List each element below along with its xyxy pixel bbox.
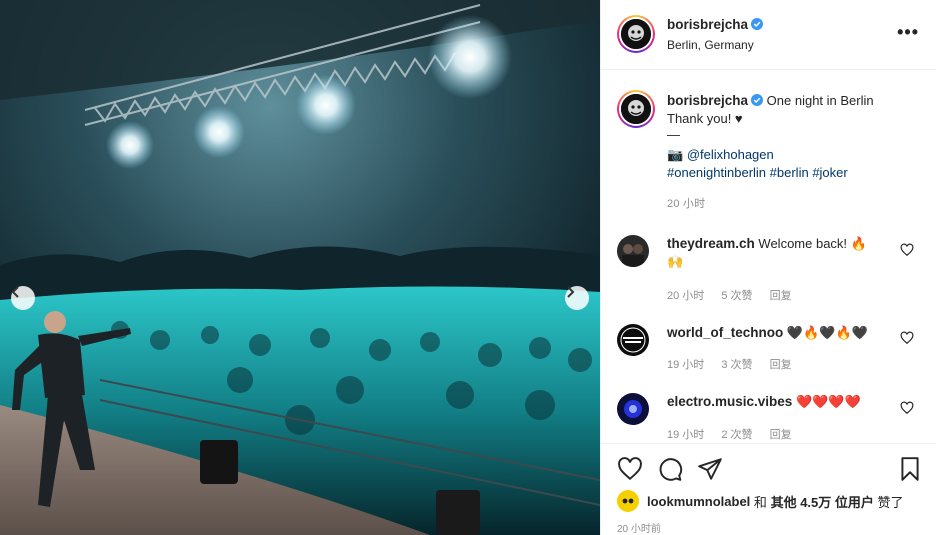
comment-icon[interactable] <box>657 456 683 482</box>
caption-avatar-image <box>621 94 651 124</box>
commenter-avatar[interactable] <box>617 393 649 425</box>
chevron-left-icon <box>11 286 19 298</box>
commenter-avatar-image <box>617 393 649 425</box>
more-icon[interactable]: ••• <box>897 22 919 43</box>
comment-time[interactable]: 20 小时 <box>667 290 704 302</box>
comment-time[interactable]: 19 小时 <box>667 359 704 371</box>
comment-text: 🖤🔥🖤🔥🖤 <box>786 325 868 340</box>
caption-line-3: — <box>667 127 680 142</box>
share-icon[interactable] <box>697 456 723 482</box>
author-username[interactable]: borisbrejcha <box>667 17 748 32</box>
caption-text: One night in Berlin <box>766 93 874 108</box>
hashtag-link[interactable]: #onenightinberlin <box>667 165 766 180</box>
comment-meta: 19 小时 2 次赞 回复 <box>667 426 806 442</box>
post-sidebar: borisbrejcha Berlin, Germany ••• borisbr… <box>600 0 936 535</box>
heart-icon[interactable] <box>617 456 643 482</box>
likes-action: 赞了 <box>877 494 904 510</box>
author-avatar-image <box>621 19 651 49</box>
next-photo-button[interactable] <box>565 286 589 310</box>
comment-like-count[interactable]: 2 次赞 <box>721 429 752 441</box>
comment-time[interactable]: 19 小时 <box>667 429 704 441</box>
commenter-avatar[interactable] <box>617 324 649 356</box>
comment-like-heart-icon[interactable] <box>900 243 914 257</box>
post-location[interactable]: Berlin, Germany <box>667 38 754 52</box>
likes-others-prefix[interactable]: 其他 <box>771 492 797 511</box>
comment-item: world_of_technoo 🖤🔥🖤🔥🖤 <box>667 324 897 342</box>
concert-photo <box>0 0 600 535</box>
comment-text: Welcome back! 🔥 <box>758 236 867 251</box>
comment-username[interactable]: electro.music.vibes <box>667 394 792 409</box>
comment-item: electro.music.vibes ❤️❤️❤️❤️ <box>667 393 897 411</box>
comment-username[interactable]: theydream.ch <box>667 236 755 251</box>
liker-avatar-image <box>622 498 634 504</box>
comment-reply-button[interactable]: 回复 <box>770 359 792 371</box>
hashtag-link[interactable]: #joker <box>812 165 847 180</box>
likes-suffix[interactable]: 位用户 <box>835 492 874 511</box>
likes-summary: lookmumnolabel 和 其他 4.5万 位用户 赞了 <box>617 490 904 512</box>
commenter-avatar-image <box>617 324 649 356</box>
comment-text: ❤️❤️❤️❤️ <box>795 394 861 409</box>
caption-author-avatar[interactable] <box>617 90 655 128</box>
liker-avatar[interactable] <box>617 490 639 512</box>
post-timestamp[interactable]: 20 小时前 <box>617 520 661 535</box>
commenter-avatar[interactable] <box>617 235 649 267</box>
comment-reply-button[interactable]: 回复 <box>770 429 792 441</box>
caption-line-2: Thank you! ♥ <box>667 111 743 126</box>
author-avatar[interactable] <box>617 15 655 53</box>
verified-icon <box>751 18 764 30</box>
camera-icon: 📷 <box>667 147 684 162</box>
caption-username[interactable]: borisbrejcha <box>667 93 748 108</box>
comment-username[interactable]: world_of_technoo <box>667 325 783 340</box>
post-caption: borisbrejcha One night in Berlin Thank y… <box>667 92 917 213</box>
post-actions: lookmumnolabel 和 其他 4.5万 位用户 赞了 20 小时前 <box>601 443 936 535</box>
comment-like-count[interactable]: 3 次赞 <box>721 359 752 371</box>
likes-connector: 和 <box>753 494 767 510</box>
comment-item: theydream.ch Welcome back! 🔥 🙌 <box>667 235 897 271</box>
comment-meta: 20 小时 5 次赞 回复 <box>667 287 806 303</box>
bookmark-icon[interactable] <box>897 456 923 482</box>
likes-count[interactable]: 4.5万 <box>800 492 831 511</box>
hashtag-link[interactable]: #berlin <box>770 165 809 180</box>
instagram-post-view: borisbrejcha Berlin, Germany ••• borisbr… <box>0 0 936 535</box>
liker-username[interactable]: lookmumnolabel <box>647 494 750 509</box>
comment-like-count[interactable]: 5 次赞 <box>721 290 752 302</box>
photographer-mention[interactable]: @felixhohagen <box>687 147 774 162</box>
comment-reply-button[interactable]: 回复 <box>770 290 792 302</box>
comment-like-heart-icon[interactable] <box>900 331 914 345</box>
verified-icon <box>751 94 764 106</box>
caption-timestamp[interactable]: 20 小时 <box>667 195 917 213</box>
post-header: borisbrejcha Berlin, Germany ••• <box>601 0 936 70</box>
comment-text-line-2: 🙌 <box>667 254 684 269</box>
comment-meta: 19 小时 3 次赞 回复 <box>667 356 806 372</box>
previous-photo-button[interactable] <box>11 286 35 310</box>
comment-like-heart-icon[interactable] <box>900 401 914 415</box>
commenter-avatar-image <box>617 235 649 267</box>
post-photo[interactable] <box>0 0 600 535</box>
chevron-right-icon <box>567 286 575 298</box>
